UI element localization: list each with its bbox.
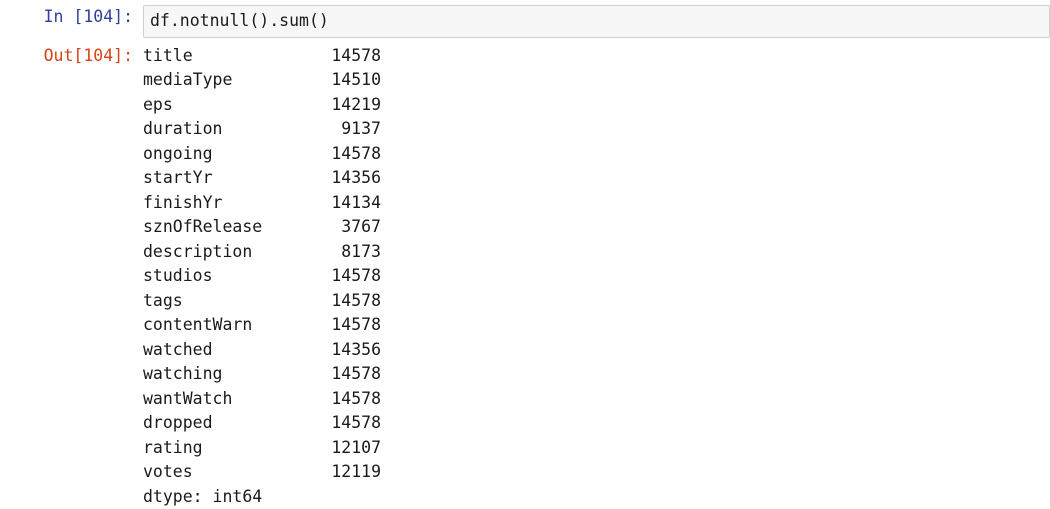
output-cell: Out[104]: title14578mediaType14510eps142… — [0, 44, 1050, 509]
code-input-area[interactable]: df.notnull().sum() — [143, 5, 1050, 38]
series-row: rating12107 — [143, 436, 1050, 461]
series-row: finishYr14134 — [143, 191, 1050, 216]
series-count-value: 14356 — [306, 166, 381, 191]
series-index-label: title — [143, 44, 306, 69]
series-row: title14578 — [143, 44, 1050, 69]
series-index-label: watching — [143, 362, 306, 387]
notebook-cell-container: In [104]: df.notnull().sum() Out[104]: t… — [0, 0, 1050, 509]
series-index-label: description — [143, 240, 306, 265]
series-row: description8173 — [143, 240, 1050, 265]
series-row: watching14578 — [143, 362, 1050, 387]
series-count-value: 14356 — [306, 338, 381, 363]
series-index-label: contentWarn — [143, 313, 306, 338]
series-count-value: 8173 — [306, 240, 381, 265]
series-index-label: rating — [143, 436, 306, 461]
series-index-label: studios — [143, 264, 306, 289]
input-prompt: In [104]: — [0, 5, 143, 30]
series-count-value: 9137 — [306, 117, 381, 142]
series-index-label: mediaType — [143, 68, 306, 93]
series-row: votes12119 — [143, 460, 1050, 485]
series-count-value: 14578 — [306, 313, 381, 338]
series-row: sznOfRelease3767 — [143, 215, 1050, 240]
series-index-label: dropped — [143, 411, 306, 436]
series-row: contentWarn14578 — [143, 313, 1050, 338]
series-count-value: 14578 — [306, 289, 381, 314]
series-index-label: duration — [143, 117, 306, 142]
series-index-label: ongoing — [143, 142, 306, 167]
series-index-label: wantWatch — [143, 387, 306, 412]
series-count-value: 3767 — [306, 215, 381, 240]
series-row: duration9137 — [143, 117, 1050, 142]
series-index-label: startYr — [143, 166, 306, 191]
series-row: tags14578 — [143, 289, 1050, 314]
series-index-label: sznOfRelease — [143, 215, 306, 240]
series-output: title14578mediaType14510eps14219duration… — [143, 44, 1050, 509]
code-line[interactable]: df.notnull().sum() — [150, 9, 1049, 34]
output-prompt: Out[104]: — [0, 44, 143, 69]
series-count-value: 14510 — [306, 68, 381, 93]
output-area: title14578mediaType14510eps14219duration… — [143, 44, 1050, 509]
series-row: wantWatch14578 — [143, 387, 1050, 412]
series-count-value: 14578 — [306, 142, 381, 167]
series-index-label: finishYr — [143, 191, 306, 216]
series-index-label: tags — [143, 289, 306, 314]
series-count-value: 14578 — [306, 362, 381, 387]
series-index-label: eps — [143, 93, 306, 118]
series-index-label: votes — [143, 460, 306, 485]
series-count-value: 14578 — [306, 411, 381, 436]
series-row: studios14578 — [143, 264, 1050, 289]
series-count-value: 14578 — [306, 44, 381, 69]
series-row: eps14219 — [143, 93, 1050, 118]
series-count-value: 14578 — [306, 387, 381, 412]
series-row: dropped14578 — [143, 411, 1050, 436]
series-count-value: 12119 — [306, 460, 381, 485]
series-count-value: 12107 — [306, 436, 381, 461]
series-row: ongoing14578 — [143, 142, 1050, 167]
series-count-value: 14134 — [306, 191, 381, 216]
series-row: startYr14356 — [143, 166, 1050, 191]
series-row: watched14356 — [143, 338, 1050, 363]
code-cell[interactable]: In [104]: df.notnull().sum() — [0, 5, 1050, 38]
series-count-value: 14219 — [306, 93, 381, 118]
series-row: mediaType14510 — [143, 68, 1050, 93]
series-dtype-line: dtype: int64 — [143, 485, 1050, 509]
series-count-value: 14578 — [306, 264, 381, 289]
series-index-label: watched — [143, 338, 306, 363]
